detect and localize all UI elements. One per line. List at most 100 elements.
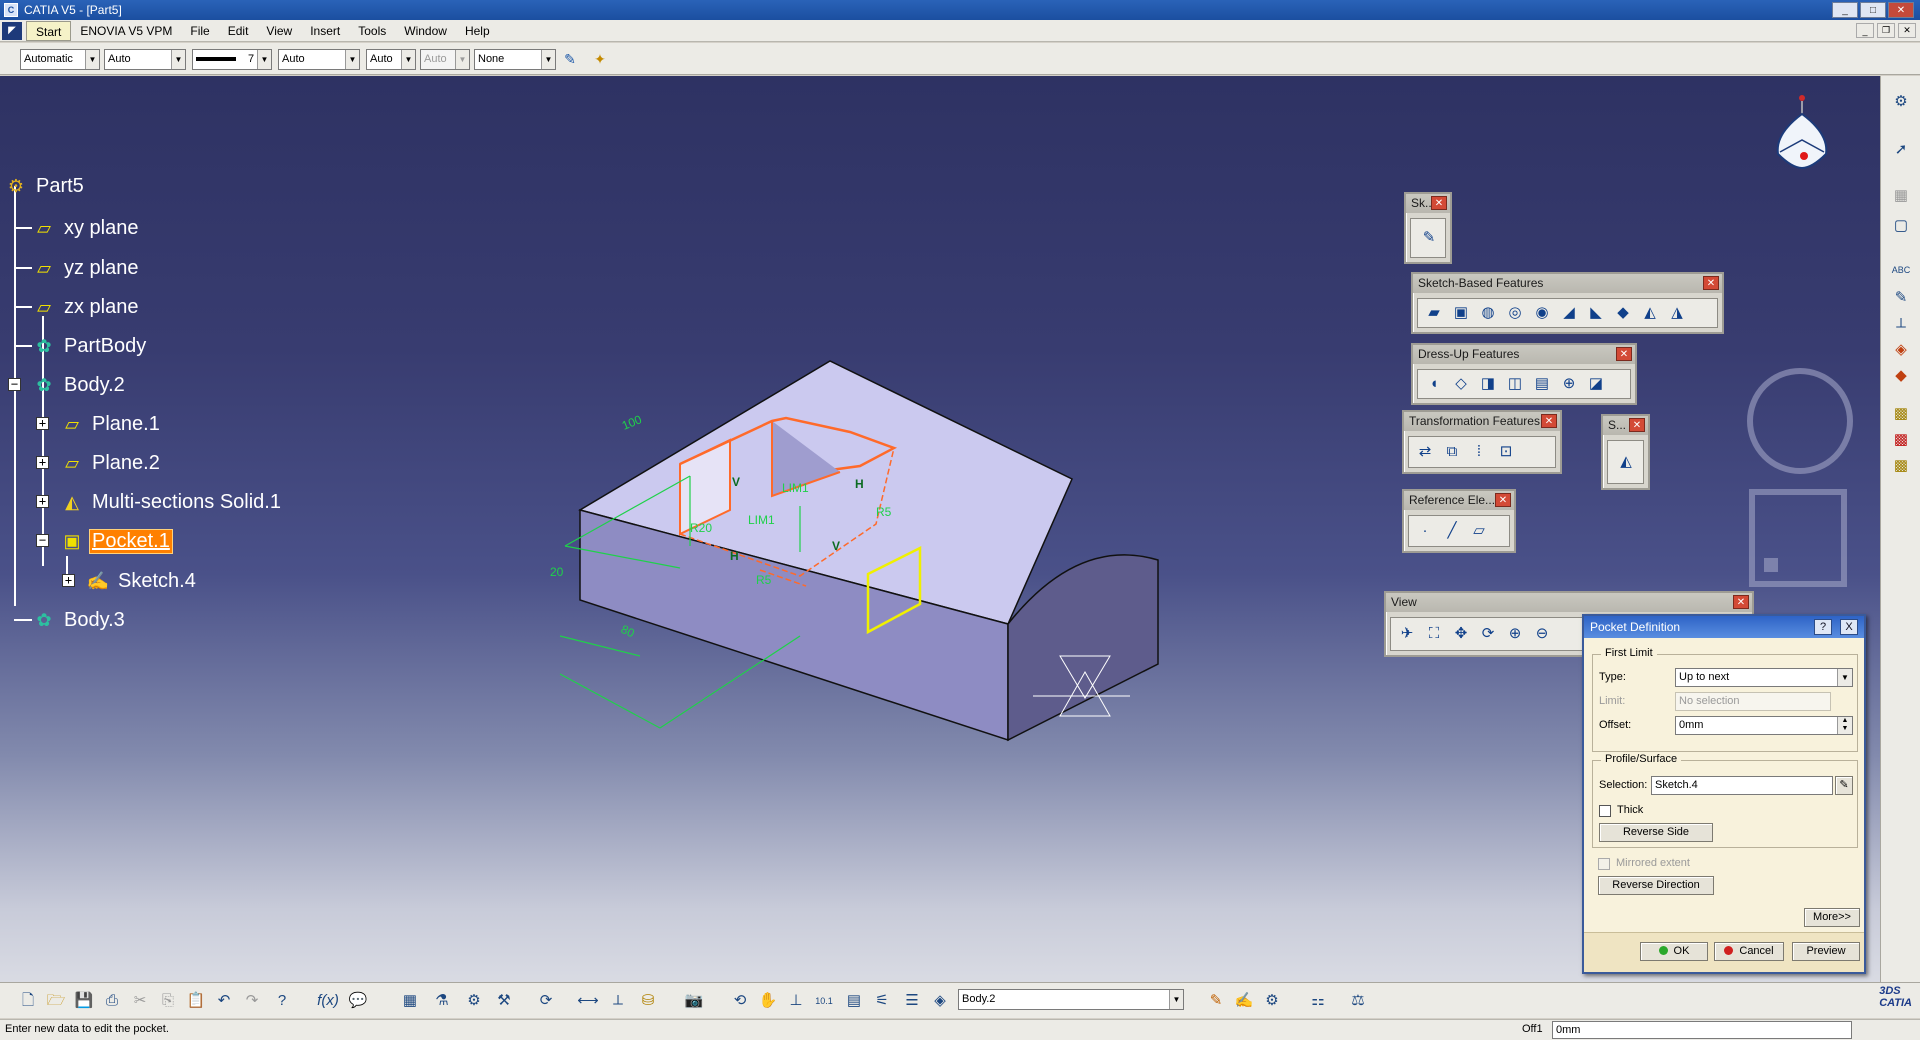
- tree-item-yz-plane[interactable]: ▱ yz plane: [30, 254, 141, 282]
- catalog-icon[interactable]: ⚗: [430, 989, 454, 1013]
- line-type-select[interactable]: Auto ▼: [278, 49, 360, 70]
- tree-item-multi-sections-solid1[interactable]: ◭ Multi-sections Solid.1: [58, 488, 283, 516]
- format-painter-icon[interactable]: ✎: [560, 49, 580, 69]
- measure-item-icon[interactable]: ⟂: [606, 989, 630, 1013]
- zoom-in-icon[interactable]: ⊕: [1503, 622, 1527, 646]
- offset-spinner[interactable]: ▲ ▼: [1837, 717, 1852, 734]
- dress-up-toolbar-title[interactable]: Dress-Up Features: [1413, 345, 1635, 364]
- surface-toolbar-close-button[interactable]: ✕: [1629, 418, 1645, 432]
- preview-button[interactable]: Preview: [1792, 942, 1860, 961]
- tree-item-part5[interactable]: ⚙ Part5: [2, 172, 86, 200]
- line-icon[interactable]: ╱: [1440, 519, 1464, 543]
- sketch-icon[interactable]: ✎: [1417, 226, 1441, 250]
- pan-toolbar-icon[interactable]: ⟲: [728, 989, 752, 1013]
- menu-edit[interactable]: Edit: [219, 21, 258, 41]
- doc-restore-button[interactable]: ❐: [1877, 23, 1895, 38]
- knowledge-icon[interactable]: 💬: [346, 989, 370, 1013]
- edge-fillet-icon[interactable]: ◖: [1422, 372, 1446, 396]
- new-file-icon[interactable]: 🗋: [16, 989, 40, 1013]
- mirror-icon[interactable]: ⧉: [1440, 440, 1464, 464]
- precision-icon[interactable]: 10.1: [812, 989, 836, 1013]
- fit-all-icon[interactable]: ⛶: [1422, 622, 1446, 646]
- expand-multisection-toggle[interactable]: +: [36, 495, 49, 508]
- sketch-based-toolbar-title[interactable]: Sketch-Based Features: [1413, 274, 1722, 293]
- settings-toolbar-icon[interactable]: ⚒: [492, 989, 516, 1013]
- pocket-icon[interactable]: ▣: [1449, 301, 1473, 325]
- translation-icon[interactable]: ⇄: [1413, 440, 1437, 464]
- transformation-toolbar-close-button[interactable]: ✕: [1541, 414, 1557, 428]
- update-icon[interactable]: ⟳: [534, 989, 558, 1013]
- thickness-icon[interactable]: ▤: [1530, 372, 1554, 396]
- tree-item-partbody[interactable]: ✿ PartBody: [30, 332, 148, 360]
- collapse-body2-toggle[interactable]: −: [8, 378, 21, 391]
- apply-material-toolbar-icon[interactable]: ⛁: [636, 989, 660, 1013]
- split-surface-icon[interactable]: ◭: [1614, 450, 1638, 474]
- apply-material-icon[interactable]: ◈: [1889, 338, 1913, 362]
- menu-start[interactable]: Start: [26, 20, 72, 41]
- list-icon[interactable]: ☰: [900, 989, 924, 1013]
- tree-item-body3[interactable]: ✿ Body.3: [30, 606, 127, 634]
- open-file-icon[interactable]: 🗁: [44, 989, 68, 1013]
- expand-plane1-toggle[interactable]: +: [36, 417, 49, 430]
- point-symbol-select[interactable]: Auto ▼: [366, 49, 416, 70]
- offset-status-input[interactable]: 0mm: [1552, 1021, 1852, 1039]
- minimize-button[interactable]: _: [1832, 2, 1858, 18]
- doc-close-button[interactable]: ✕: [1898, 23, 1916, 38]
- shell-icon[interactable]: ◫: [1503, 372, 1527, 396]
- constraint-icon[interactable]: ⚟: [870, 989, 894, 1013]
- dialog-close-button[interactable]: X: [1840, 619, 1858, 635]
- axis-system-icon[interactable]: ⊥: [784, 989, 808, 1013]
- thick-checkbox[interactable]: [1599, 805, 1611, 817]
- tree-item-zx-plane[interactable]: ▱ zx plane: [30, 293, 141, 321]
- body-insert-icon[interactable]: ▩: [1889, 428, 1913, 452]
- menu-tools[interactable]: Tools: [349, 21, 395, 41]
- draft-icon[interactable]: ◨: [1476, 372, 1500, 396]
- select-arrow-icon[interactable]: ➚: [1889, 138, 1913, 162]
- view-toolbar-title[interactable]: View: [1386, 593, 1752, 612]
- view-toolbar-close-button[interactable]: ✕: [1733, 595, 1749, 609]
- print-icon[interactable]: ⎙: [100, 989, 124, 1013]
- reverse-side-button[interactable]: Reverse Side: [1599, 823, 1713, 842]
- expand-plane2-toggle[interactable]: +: [36, 456, 49, 469]
- hide-show-icon[interactable]: ▤: [842, 989, 866, 1013]
- solid-right-face[interactable]: [1007, 554, 1159, 742]
- current-body-select[interactable]: Body.2 ▼: [958, 989, 1184, 1010]
- rotate-toolbar-icon[interactable]: ✋: [756, 989, 780, 1013]
- shaft-icon[interactable]: ◍: [1476, 301, 1500, 325]
- catia-menu-logo-icon[interactable]: ◤: [2, 21, 22, 40]
- thread-icon[interactable]: ⊕: [1557, 372, 1581, 396]
- menu-window[interactable]: Window: [395, 21, 456, 41]
- work-object-icon[interactable]: ◈: [928, 989, 952, 1013]
- menu-view[interactable]: View: [257, 21, 301, 41]
- pad-icon[interactable]: ▰: [1422, 301, 1446, 325]
- geometrical-set-icon[interactable]: ▩: [1889, 454, 1913, 478]
- boolean-icon[interactable]: ⚏: [1306, 989, 1330, 1013]
- tree-item-plane2[interactable]: ▱ Plane.2: [58, 449, 162, 477]
- stiffener-icon[interactable]: ◆: [1611, 301, 1635, 325]
- scaling-icon[interactable]: ⊡: [1494, 440, 1518, 464]
- sketcher-toolbar-close-button[interactable]: ✕: [1431, 196, 1447, 210]
- undo-icon[interactable]: ↶: [212, 989, 236, 1013]
- reference-toolbar-close-button[interactable]: ✕: [1495, 493, 1511, 507]
- menu-help[interactable]: Help: [456, 21, 499, 41]
- abc-text-icon[interactable]: ABC: [1889, 258, 1913, 282]
- close-window-button[interactable]: ✕: [1888, 2, 1914, 18]
- tree-item-xy-plane[interactable]: ▱ xy plane: [30, 214, 141, 242]
- fit-window-icon[interactable]: ▢: [1889, 214, 1913, 238]
- line-weight-select[interactable]: 7 ▼: [192, 49, 272, 70]
- selection-field[interactable]: Sketch.4: [1651, 776, 1833, 795]
- more-button[interactable]: More>>: [1804, 908, 1860, 927]
- save-icon[interactable]: 💾: [72, 989, 96, 1013]
- fly-mode-icon[interactable]: ✈: [1395, 622, 1419, 646]
- multi-sections-solid-icon[interactable]: ◭: [1638, 301, 1662, 325]
- pan-icon[interactable]: ✥: [1449, 622, 1473, 646]
- table-icon[interactable]: ▦: [398, 989, 422, 1013]
- dialog-title-bar[interactable]: Pocket Definition ? X: [1584, 616, 1864, 638]
- formula-icon[interactable]: f(x): [316, 989, 340, 1013]
- ok-button[interactable]: OK: [1640, 942, 1708, 961]
- compass-icon[interactable]: [1776, 95, 1828, 170]
- plane-icon[interactable]: ▱: [1467, 519, 1491, 543]
- reverse-direction-button[interactable]: Reverse Direction: [1598, 876, 1714, 895]
- tree-item-pocket1[interactable]: ▣ Pocket.1: [58, 527, 173, 555]
- layer-select[interactable]: None ▼: [474, 49, 556, 70]
